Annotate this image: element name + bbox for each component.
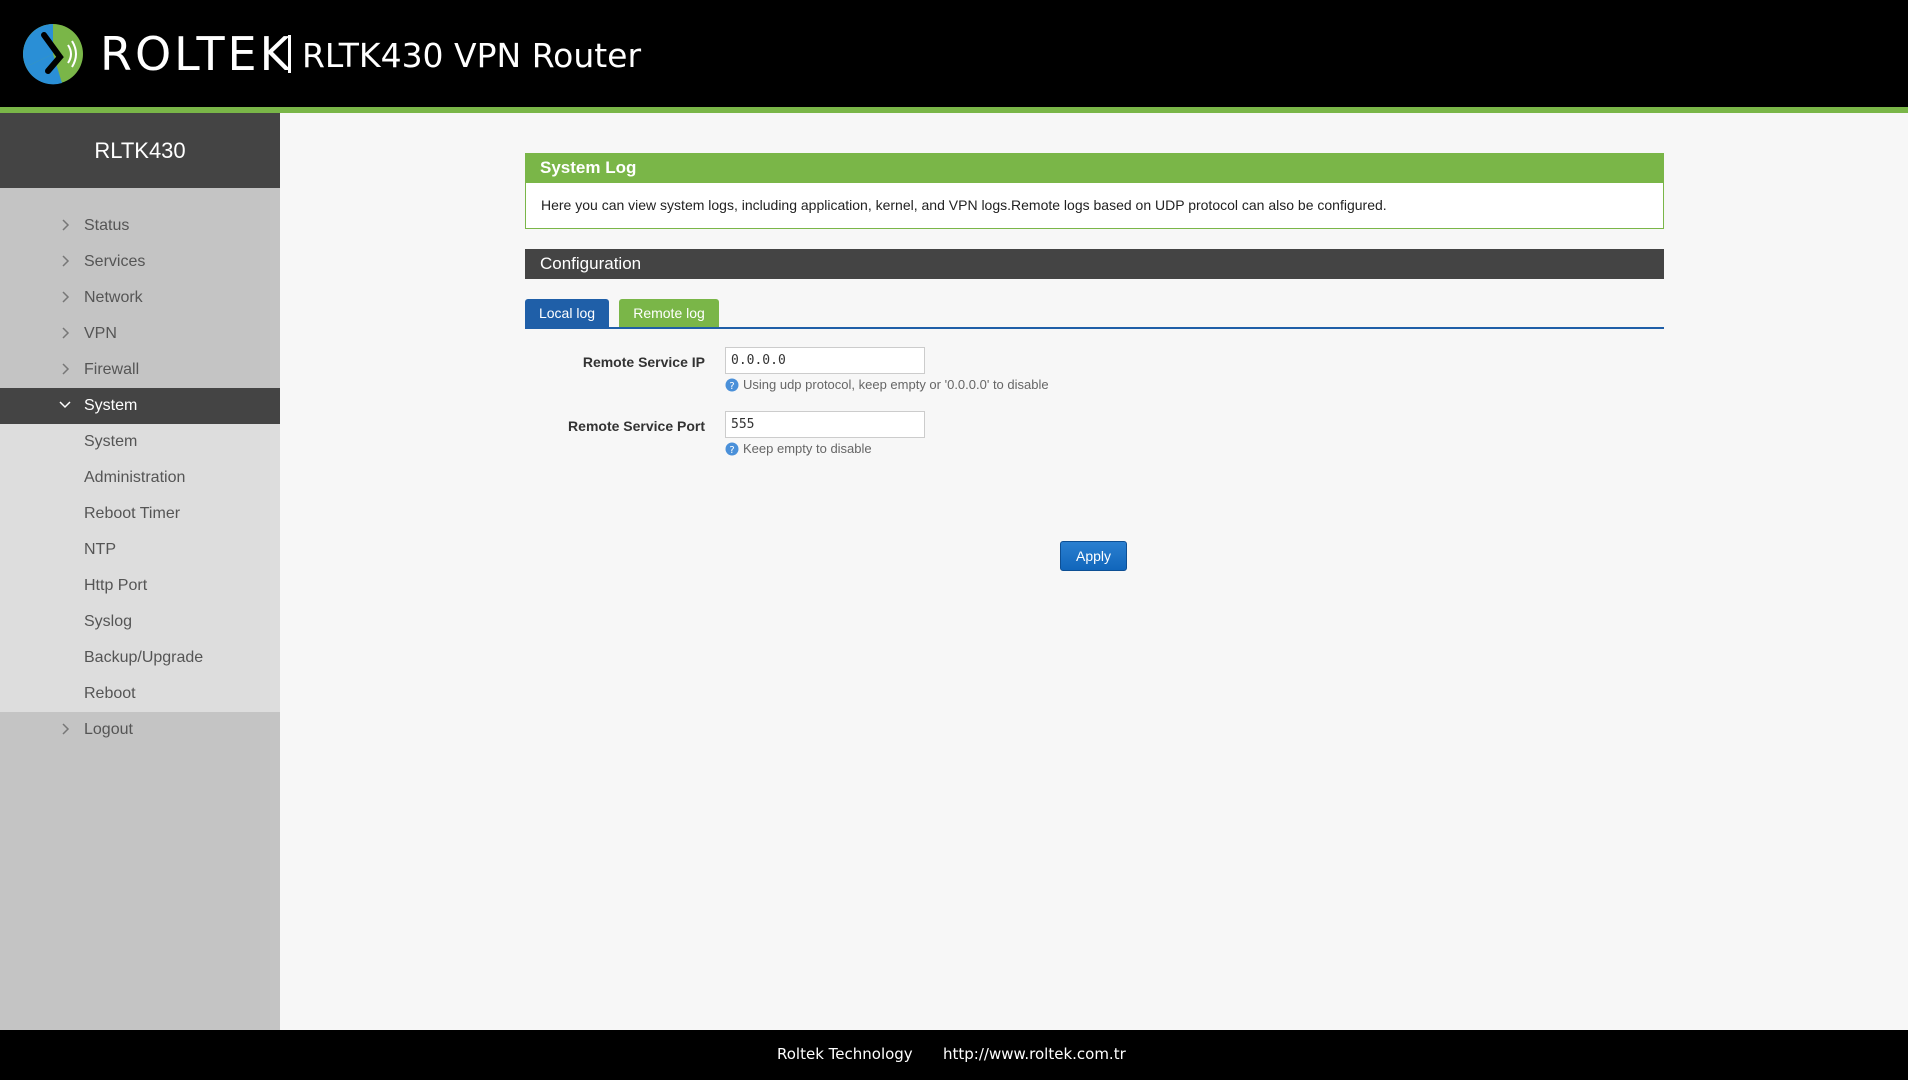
chevron-right-icon: [62, 723, 70, 735]
chevron-right-icon: [62, 291, 70, 303]
svg-text:?: ?: [729, 381, 734, 392]
sidebar-item-network[interactable]: Network: [0, 280, 280, 316]
top-header: ROLTEK RLTK430 VPN Router: [0, 0, 1908, 107]
remote-port-hint-text: Keep empty to disable: [743, 441, 872, 456]
configuration-title: Configuration: [525, 249, 1664, 279]
remote-ip-hint: ? Using udp protocol, keep empty or '0.0…: [725, 377, 1049, 392]
chevron-down-icon: [59, 401, 71, 409]
sidebar-item-label: Status: [84, 217, 130, 234]
chevron-right-icon: [62, 327, 70, 339]
log-tabs: Local log Remote log: [525, 299, 1664, 329]
remote-port-hint: ? Keep empty to disable: [725, 441, 872, 456]
system-log-title: System Log: [525, 153, 1664, 183]
system-subnav: System Administration Reboot Timer NTP H…: [0, 424, 280, 712]
remote-port-input[interactable]: [725, 411, 925, 438]
subnav-item-ntp[interactable]: NTP: [0, 532, 280, 568]
footer-company: Roltek Technology: [777, 1045, 913, 1063]
tab-remote-log[interactable]: Remote log: [619, 299, 719, 327]
sidebar-item-label: Services: [84, 253, 146, 270]
subnav-item-label: Reboot: [84, 685, 136, 702]
chevron-right-icon: [62, 219, 70, 231]
brand-divider: [288, 35, 291, 73]
subnav-item-administration[interactable]: Administration: [0, 460, 280, 496]
subnav-item-label: Http Port: [84, 577, 148, 594]
subnav-item-label: NTP: [84, 541, 116, 558]
apply-button[interactable]: Apply: [1060, 541, 1127, 571]
subnav-item-http-port[interactable]: Http Port: [0, 568, 280, 604]
sidebar-item-services[interactable]: Services: [0, 244, 280, 280]
subnav-item-reboot-timer[interactable]: Reboot Timer: [0, 496, 280, 532]
remote-ip-hint-text: Using udp protocol, keep empty or '0.0.0…: [743, 377, 1049, 392]
footer: Roltek Technology http://www.roltek.com.…: [0, 1030, 1908, 1080]
remote-ip-input[interactable]: [725, 347, 925, 374]
sidebar-item-label: System: [84, 397, 138, 414]
sidebar-item-vpn[interactable]: VPN: [0, 316, 280, 352]
remote-ip-label: Remote Service IP: [582, 354, 705, 370]
sidebar-item-system[interactable]: System: [0, 388, 280, 424]
roltek-logo-icon: [23, 24, 83, 85]
help-icon: ?: [725, 442, 739, 456]
main-content: System Log Here you can view system logs…: [280, 113, 1908, 1030]
sidebar-title: RLTK430: [0, 113, 280, 188]
subnav-item-label: Backup/Upgrade: [84, 649, 204, 666]
subnav-item-label: System: [84, 433, 138, 450]
brand-name: ROLTEK: [100, 27, 293, 81]
sidebar-item-label: Logout: [84, 721, 133, 738]
product-title: RLTK430 VPN Router: [302, 36, 642, 75]
subnav-item-label: Reboot Timer: [84, 505, 181, 522]
remote-port-label: Remote Service Port: [568, 418, 705, 434]
subnav-item-system[interactable]: System: [0, 424, 280, 460]
sidebar-item-firewall[interactable]: Firewall: [0, 352, 280, 388]
subnav-item-label: Administration: [84, 469, 186, 486]
subnav-item-label: Syslog: [84, 613, 133, 630]
sidebar-item-status[interactable]: Status: [0, 208, 280, 244]
svg-text:?: ?: [729, 445, 734, 456]
chevron-right-icon: [62, 363, 70, 375]
sidebar: RLTK430 Status Services Network VPN Fire…: [0, 113, 280, 1030]
subnav-item-backup-upgrade[interactable]: Backup/Upgrade: [0, 640, 280, 676]
sidebar-item-label: VPN: [84, 325, 117, 342]
subnav-item-syslog[interactable]: Syslog: [0, 604, 280, 640]
page-edge: [1908, 0, 1920, 1080]
subnav-item-reboot[interactable]: Reboot: [0, 676, 280, 712]
chevron-right-icon: [62, 255, 70, 267]
help-icon: ?: [725, 378, 739, 392]
system-log-description: Here you can view system logs, including…: [525, 183, 1664, 229]
tab-local-log[interactable]: Local log: [525, 299, 609, 327]
sidebar-item-label: Firewall: [84, 361, 140, 378]
sidebar-item-label: Network: [84, 289, 143, 306]
footer-url-link[interactable]: http://www.roltek.com.tr: [943, 1045, 1126, 1063]
sidebar-nav: Status Services Network VPN Firewall Sys…: [0, 188, 280, 748]
sidebar-item-logout[interactable]: Logout: [0, 712, 280, 748]
